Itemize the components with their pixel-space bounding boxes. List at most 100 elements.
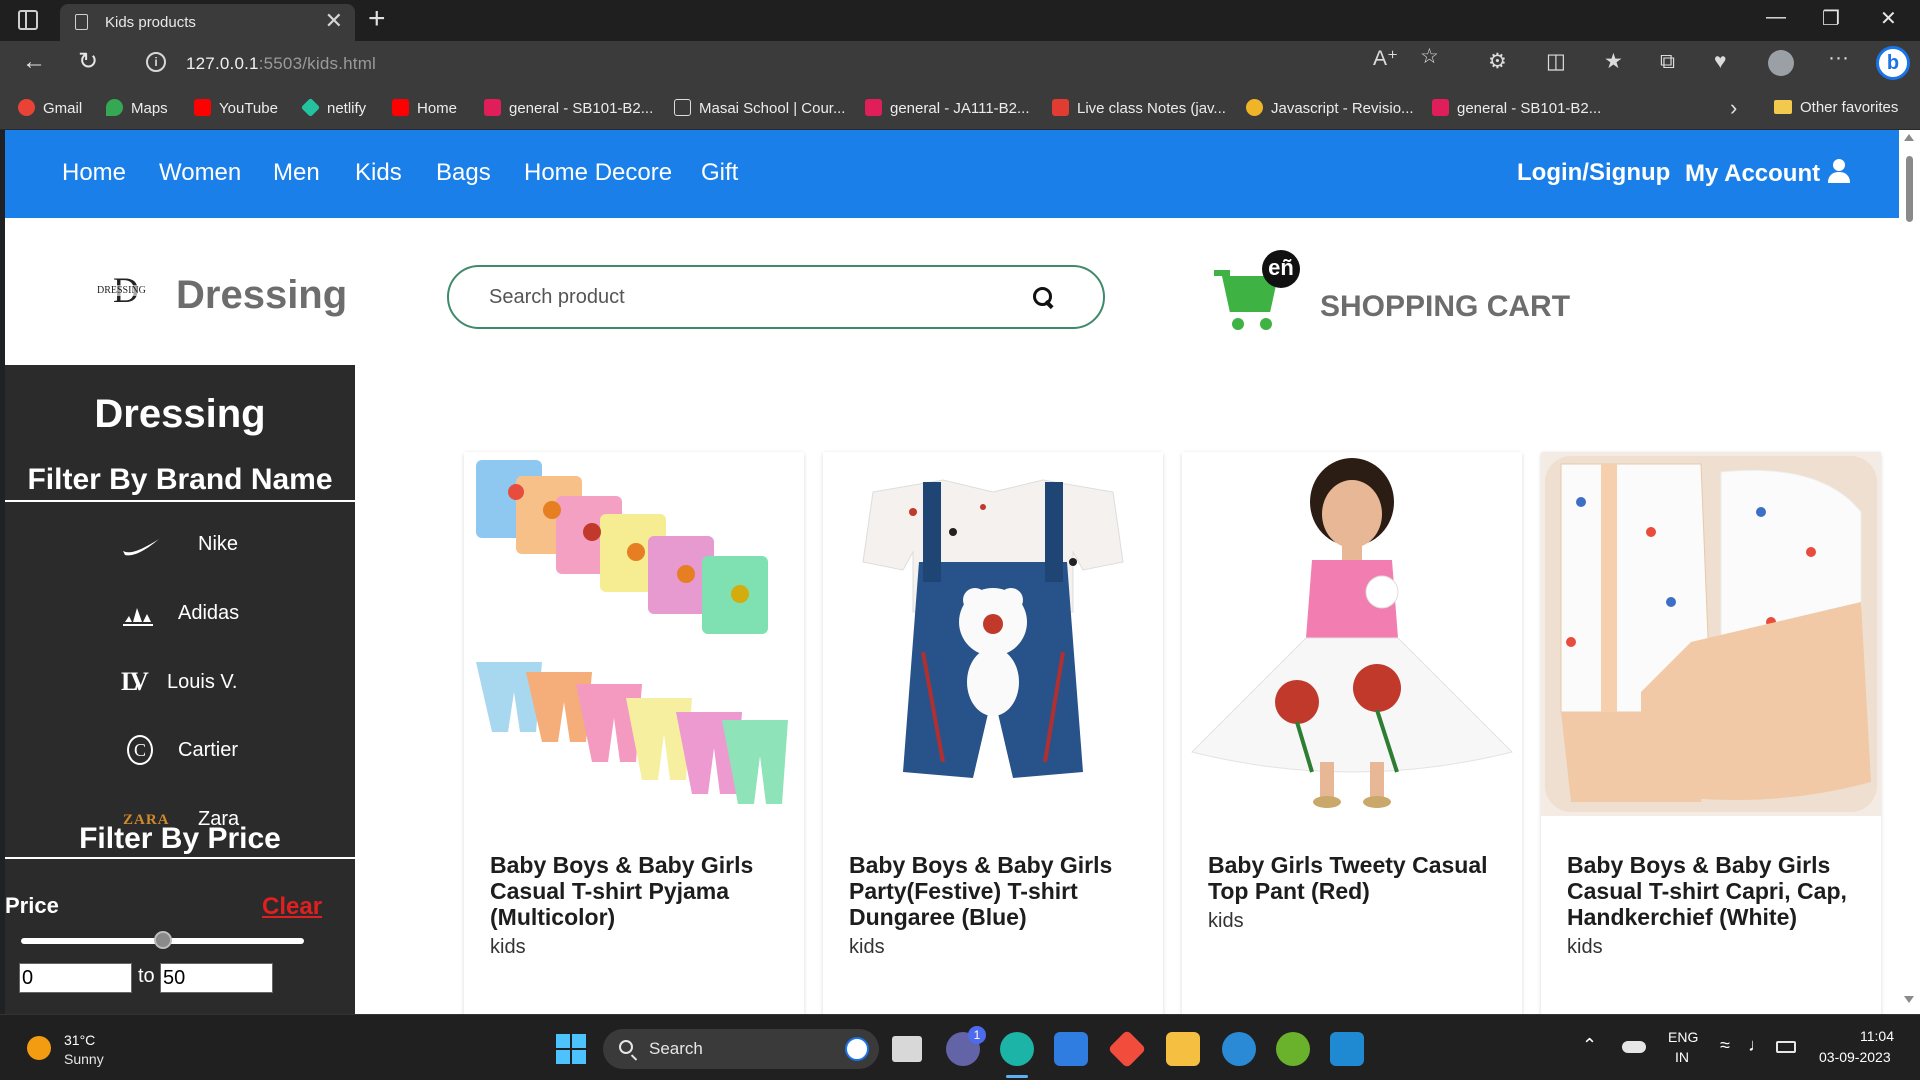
start-windows-icon[interactable] [554, 1032, 588, 1066]
max-price-input[interactable]: 50 [160, 963, 273, 993]
product-name[interactable]: Baby Boys & Baby Girls Party(Festive) T-… [849, 852, 1149, 930]
product-card[interactable]: Baby Girls Tweety Casual Top Pant (Red) … [1182, 452, 1522, 1014]
search-bar [447, 265, 1105, 329]
profile-avatar[interactable] [1768, 50, 1794, 76]
site-logo[interactable]: D DRESSING [95, 270, 159, 310]
nav-home[interactable]: Home [62, 159, 126, 187]
bookmark-slack-sb101[interactable]: general - SB101-B2... [484, 99, 653, 119]
browser-essentials-icon[interactable]: ♥ [1714, 50, 1726, 74]
teams-chat-icon[interactable]: 1 [946, 1026, 986, 1066]
favorite-star-icon[interactable]: ☆ [1420, 45, 1439, 69]
search-icon[interactable] [1033, 287, 1055, 309]
scroll-up-arrow-icon[interactable] [1904, 134, 1914, 141]
back-arrow-icon[interactable]: ← [22, 49, 46, 75]
wifi-icon[interactable]: ≈ [1720, 1035, 1730, 1056]
brand-name: Adidas [178, 602, 240, 624]
nav-women[interactable]: Women [159, 159, 241, 187]
nav-kids[interactable]: Kids [355, 159, 402, 187]
slack-icon [865, 99, 882, 116]
minimize-button[interactable]: — [1766, 6, 1786, 29]
clock-date[interactable]: 03-09-2023 [1819, 1049, 1891, 1065]
address-bar[interactable]: i 127.0.0.1:5503/kids.html A⁺ ☆ [128, 45, 1458, 79]
product-card[interactable]: Baby Boys & Baby Girls Casual T-shirt Ca… [1541, 452, 1881, 1014]
bookmark-javascript-revision[interactable]: Javascript - Revisio... [1246, 99, 1414, 119]
bookmark-netlify[interactable]: netlify [300, 97, 367, 119]
nav-men[interactable]: Men [273, 159, 320, 187]
new-tab-button[interactable]: + [368, 4, 386, 34]
product-image[interactable] [464, 452, 804, 816]
chevron-up-icon[interactable]: ⌃ [1582, 1035, 1597, 1056]
scroll-thumb[interactable] [1906, 156, 1913, 222]
more-menu-icon[interactable]: ··· [1828, 46, 1849, 70]
clear-price-link[interactable]: Clear [262, 893, 322, 921]
battery-icon[interactable] [1776, 1041, 1796, 1053]
help-icon[interactable] [1222, 1032, 1256, 1066]
nav-bags[interactable]: Bags [436, 159, 491, 187]
product-name[interactable]: Baby Girls Tweety Casual Top Pant (Red) [1208, 852, 1508, 904]
close-window-button[interactable]: ✕ [1880, 6, 1897, 31]
site-navbar: Home Women Men Kids Bags Home Decore Gif… [5, 130, 1899, 218]
vscode-icon[interactable] [1330, 1032, 1364, 1066]
bookmark-label: netlify [327, 100, 367, 117]
url-text[interactable]: 127.0.0.1:5503/kids.html [186, 54, 376, 74]
onedrive-cloud-icon[interactable] [1622, 1041, 1646, 1053]
clock-time[interactable]: 11:04 [1860, 1028, 1894, 1044]
chevron-right-icon[interactable]: › [1730, 95, 1737, 121]
bing-copilot-icon[interactable]: b [1876, 46, 1910, 80]
microsoft-store-icon[interactable] [1054, 1032, 1088, 1066]
bookmark-gmail[interactable]: Gmail [18, 99, 82, 119]
task-view-icon[interactable] [892, 1036, 922, 1062]
product-name[interactable]: Baby Boys & Baby Girls Casual T-shirt Py… [490, 852, 790, 930]
anydesk-icon[interactable] [1107, 1029, 1147, 1069]
bookmark-home[interactable]: Home [392, 99, 457, 119]
favorites-icon[interactable]: ★ [1604, 50, 1623, 74]
bookmark-live-class-notes[interactable]: Live class Notes (jav... [1052, 99, 1226, 119]
maximize-button[interactable]: ❐ [1822, 6, 1840, 31]
edge-browser-icon[interactable] [1000, 1032, 1034, 1066]
file-explorer-icon[interactable] [1166, 1032, 1200, 1066]
product-image[interactable] [823, 452, 1163, 816]
shopping-cart-label[interactable]: SHOPPING CART [1320, 290, 1570, 324]
split-screen-icon[interactable]: ◫ [1546, 50, 1566, 74]
weather-temp[interactable]: 31°C [64, 1032, 95, 1048]
product-card[interactable]: Baby Boys & Baby Girls Casual T-shirt Py… [464, 452, 804, 1014]
language-line-2[interactable]: IN [1675, 1049, 1689, 1065]
login-signup-link[interactable]: Login/Signup [1517, 159, 1670, 187]
other-favorites[interactable]: Other favorites [1774, 99, 1898, 116]
product-name[interactable]: Baby Boys & Baby Girls Casual T-shirt Ca… [1567, 852, 1867, 930]
min-price-input[interactable]: 0 [19, 963, 132, 993]
collections-icon[interactable]: ⧉ [1660, 50, 1675, 74]
tab-actions-icon[interactable] [18, 10, 38, 30]
volume-icon[interactable]: ♩ [1748, 1035, 1766, 1056]
nav-gift[interactable]: Gift [701, 159, 738, 187]
product-card[interactable]: Baby Boys & Baby Girls Party(Festive) T-… [823, 452, 1163, 1014]
product-image[interactable] [1182, 452, 1522, 816]
bookmark-slack-ja111[interactable]: general - JA111-B2... [865, 99, 1030, 119]
weather-condition[interactable]: Sunny [64, 1051, 104, 1067]
bookmark-masai-school[interactable]: Masai School | Cour... [674, 99, 845, 119]
my-account-link[interactable]: My Account [1685, 159, 1851, 188]
bookmark-slack-sb101-2[interactable]: general - SB101-B2... [1432, 99, 1601, 119]
brand-filter-louis-v[interactable]: LV Louis V. [5, 663, 355, 703]
page-scrollbar[interactable] [1899, 130, 1920, 1014]
extensions-icon[interactable]: ⚙ [1488, 50, 1507, 74]
weather-sun-icon[interactable] [27, 1036, 51, 1060]
bookmark-youtube[interactable]: YouTube [194, 99, 278, 119]
brand-filter-nike[interactable]: Nike [5, 525, 355, 565]
product-image[interactable] [1541, 452, 1881, 816]
language-line-1[interactable]: ENG [1668, 1029, 1698, 1045]
refresh-icon[interactable]: ↻ [78, 49, 98, 75]
scroll-down-arrow-icon[interactable] [1904, 996, 1914, 1003]
spring-tool-icon[interactable] [1276, 1032, 1310, 1066]
search-input[interactable] [489, 281, 1009, 313]
nav-home-decore[interactable]: Home Decore [524, 159, 672, 187]
brand-filter-adidas[interactable]: Adidas [5, 594, 355, 634]
brand-filter-cartier[interactable]: C Cartier [5, 731, 355, 771]
bookmark-maps[interactable]: Maps [106, 99, 168, 119]
tab-close-icon[interactable]: ✕ [325, 10, 343, 32]
site-info-icon[interactable]: i [146, 52, 166, 72]
price-slider-handle[interactable] [153, 931, 172, 949]
read-aloud-icon[interactable]: A⁺ [1373, 47, 1398, 71]
taskbar-search[interactable]: Search [603, 1029, 879, 1069]
browser-tab-active[interactable]: Kids products ✕ [60, 4, 355, 41]
